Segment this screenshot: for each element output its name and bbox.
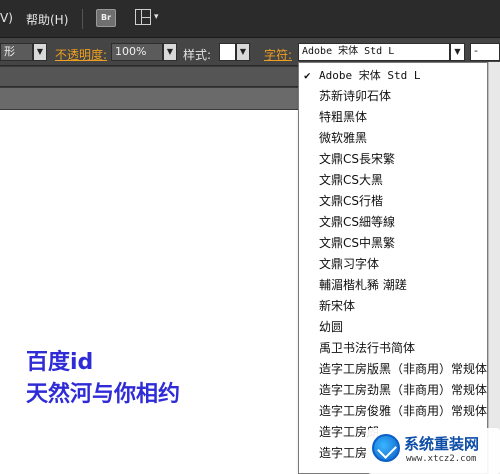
font-option[interactable]: 文鼎CS行楷 (299, 191, 487, 212)
menu-help[interactable]: 帮助(H) (26, 11, 68, 28)
font-option-label: Adobe 宋体 Std L (319, 69, 421, 82)
shape-field[interactable]: 形 (0, 43, 33, 61)
menu-view[interactable]: V) (0, 11, 13, 25)
opacity-label[interactable]: 不透明度: (55, 46, 107, 63)
watermark-logo-icon (372, 434, 400, 462)
menu-bar: V) 帮助(H) Br ▾ (0, 0, 500, 38)
font-option[interactable]: 特粗黑体 (299, 107, 487, 128)
font-option[interactable]: 禹卫书法行书简体 (299, 338, 487, 359)
style-label: 样式: (183, 48, 212, 62)
font-option[interactable]: 造字工房版黑（非商用）常规体 (299, 359, 487, 380)
font-option[interactable]: 苏新诗卯石体 (299, 86, 487, 107)
checkmark-icon: ✔ (304, 69, 311, 82)
opacity-input[interactable]: 100% (111, 43, 163, 61)
font-option-label: 文鼎习字体 (319, 257, 380, 271)
font-style-field[interactable]: - (470, 43, 500, 61)
font-option-label: 文鼎CS中黑繁 (319, 236, 395, 250)
font-option-label: 禹卫书法行书简体 (319, 341, 416, 355)
font-option[interactable]: 新宋体 (299, 296, 487, 317)
font-option[interactable]: 幼圆 (299, 317, 487, 338)
font-option-label: 造字工房俊雅（非商用）常规体 (319, 404, 488, 418)
font-option-label: 輔湄楷札豨 潮蹉 (319, 278, 407, 292)
menu-separator (82, 9, 83, 29)
font-option[interactable]: 文鼎习字体 (299, 254, 487, 275)
font-option-label: 苏新诗卯石体 (319, 89, 392, 103)
style-dropdown-button[interactable]: ▼ (236, 43, 250, 61)
font-option[interactable]: 造字工房俊雅（非商用）常规体 (299, 401, 487, 422)
font-list-scrollbar[interactable] (488, 62, 500, 474)
font-option-label: 特粗黑体 (319, 110, 368, 124)
font-option[interactable]: 微软雅黑 (299, 128, 487, 149)
font-option-label: 文鼎CS大黑 (319, 173, 383, 187)
font-option[interactable]: 造字工房劲黑（非商用）常规体 (299, 380, 487, 401)
font-option-label: 造字工房 (319, 446, 368, 460)
artboard-text-line-2[interactable]: 天然河与你相约 (26, 376, 180, 408)
font-option-label: 文鼎CS行楷 (319, 194, 383, 208)
artboard[interactable] (0, 110, 300, 474)
watermark-url: www.xtcz2.com (406, 454, 477, 464)
watermark-title: 系统重装网 (404, 435, 480, 453)
style-swatch[interactable] (219, 43, 236, 61)
font-option-label: 文鼎CS細等線 (319, 215, 395, 229)
font-option[interactable]: 文鼎CS細等線 (299, 212, 487, 233)
font-option[interactable]: 輔湄楷札豨 潮蹉 (299, 275, 487, 296)
font-label[interactable]: 字符: (264, 46, 292, 63)
font-family-input[interactable]: Adobe 宋体 Std L (298, 43, 450, 61)
shape-dropdown-button[interactable]: ▼ (33, 43, 47, 61)
font-family-dropdown-list: ✔ Adobe 宋体 Std L 苏新诗卯石体 特粗黑体 微软雅黑 文鼎CS長宋… (298, 62, 488, 474)
font-option-label: 幼圆 (319, 320, 344, 334)
font-option-label: 新宋体 (319, 299, 356, 313)
font-option-label: 造字工房劲黑（非商用）常规体 (319, 383, 488, 397)
font-option-label: 微软雅黑 (319, 131, 368, 145)
font-option[interactable]: 文鼎CS中黑繁 (299, 233, 487, 254)
workspace-layout-icon[interactable] (135, 9, 151, 25)
font-option-label: 造字工房版黑（非商用）常规体 (319, 362, 488, 376)
font-option[interactable]: 文鼎CS長宋繁 (299, 149, 487, 170)
font-option[interactable]: ✔ Adobe 宋体 Std L (299, 65, 487, 86)
opacity-dropdown-button[interactable]: ▼ (163, 43, 177, 61)
font-option[interactable]: 文鼎CS大黑 (299, 170, 487, 191)
chevron-down-icon[interactable]: ▾ (154, 12, 159, 22)
font-dropdown-button[interactable]: ▼ (450, 43, 465, 61)
font-option-label: 文鼎CS長宋繁 (319, 152, 395, 166)
bridge-icon[interactable]: Br (96, 9, 116, 27)
artboard-text-line-1[interactable]: 百度id (26, 344, 93, 376)
